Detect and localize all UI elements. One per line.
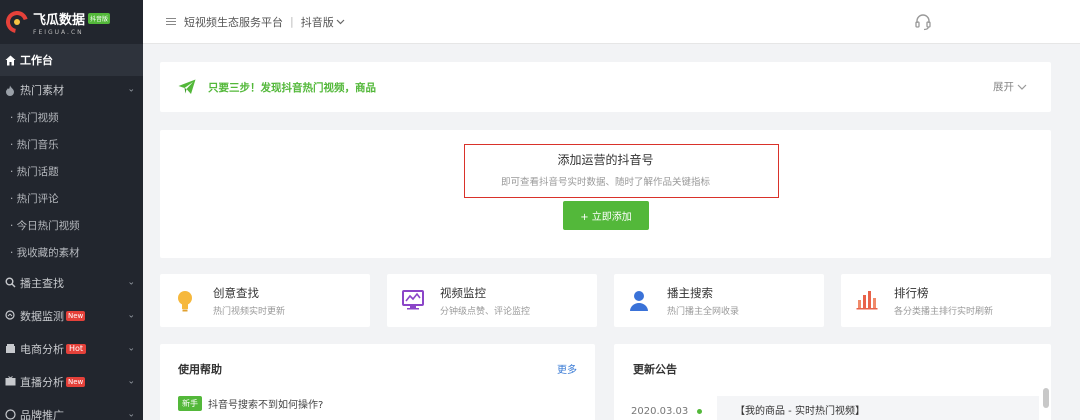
sidebar: 飞瓜数据 抖音版 FEIGUA.CN 工作台 热门素材 ⌄ · 热门视频 · 热门… (0, 0, 143, 420)
sidebar-item-workbench[interactable]: 工作台 (0, 44, 143, 76)
notice-item[interactable]: 【我的商品 - 实时热门视频】 (717, 396, 1039, 420)
user-icon (629, 290, 649, 312)
logo-mark-icon (6, 11, 28, 33)
lightbulb-icon (175, 290, 195, 312)
feature-creative-search[interactable]: 创意查找 热门视频实时更新 (160, 274, 370, 327)
menu-toggle-icon[interactable] (166, 18, 176, 25)
shop-icon (4, 343, 16, 355)
chevron-down-icon: ⌄ (127, 310, 135, 320)
add-account-desc: 即可查看抖音号实时数据、随时了解作品关键指标 (500, 177, 710, 188)
flame-icon (4, 84, 16, 96)
feature-video-monitor[interactable]: 视频监控 分钟级点赞、评论监控 (387, 274, 597, 327)
sidebar-item-anchor-search[interactable]: 播主查找 ⌄ (0, 266, 143, 299)
sidebar-item-label: 播主查找 (20, 276, 64, 290)
tv-icon (4, 376, 16, 388)
add-account-card: 添加运营的抖音号 即可查看抖音号实时数据、随时了解作品关键指标 + 立即添加 (160, 130, 1051, 258)
chevron-down-icon (336, 15, 345, 28)
logo[interactable]: 飞瓜数据 抖音版 FEIGUA.CN (0, 0, 143, 44)
logo-name: 飞瓜数据 (33, 12, 86, 28)
sidebar-subitem-my-favorites[interactable]: · 我收藏的素材 (0, 239, 143, 266)
feature-ranking[interactable]: 排行榜 各分类播主排行实时刷新 (841, 274, 1051, 327)
brand-icon (4, 409, 16, 420)
magnifier-chart-icon (4, 310, 16, 322)
sidebar-subitem-hot-topic[interactable]: · 热门话题 (0, 158, 143, 185)
search-icon (4, 277, 16, 289)
paper-plane-icon (178, 79, 196, 95)
timeline-dot (697, 409, 702, 414)
version-label: 抖音版 (300, 15, 334, 29)
expand-label: 展开 (993, 81, 1014, 93)
sidebar-item-data-monitor[interactable]: 数据监测 New ⌄ (0, 299, 143, 332)
sidebar-subitem-today-hot-video[interactable]: · 今日热门视频 (0, 212, 143, 239)
sidebar-item-label: 工作台 (20, 54, 53, 67)
feature-title: 创意查找 (213, 285, 259, 300)
add-now-button[interactable]: + 立即添加 (563, 201, 649, 230)
feature-desc: 热门视频实时更新 (213, 306, 286, 317)
sidebar-item-hot-material[interactable]: 热门素材 ⌄ (0, 76, 143, 104)
new-badge: New (66, 310, 86, 321)
sidebar-item-label: 电商分析 (20, 342, 64, 356)
sidebar-subitem-hot-comment[interactable]: · 热门评论 (0, 185, 143, 212)
help-question: 抖音号搜索不到如何操作? (208, 400, 324, 411)
hot-badge: Hot (66, 343, 87, 354)
monitor-chart-icon (402, 289, 424, 312)
add-account-title: 添加运营的抖音号 (557, 153, 654, 167)
feature-title: 排行榜 (894, 285, 929, 300)
expand-button[interactable]: 展开 (993, 79, 1027, 94)
sidebar-item-ecommerce[interactable]: 电商分析 Hot ⌄ (0, 332, 143, 365)
sidebar-item-label: 直播分析 (20, 375, 64, 389)
sidebar-item-label: 数据监测 (20, 309, 64, 323)
help-panel: 使用帮助 更多 新手 抖音号搜索不到如何操作? (160, 344, 595, 420)
chevron-down-icon: ⌄ (127, 84, 135, 95)
scrollbar-thumb[interactable] (1043, 388, 1049, 408)
help-more-link[interactable]: 更多 (557, 361, 577, 376)
steps-banner: 只要三步！发现抖音热门视频，商品 展开 (160, 62, 1051, 112)
notice-date: 2020.03.03 (631, 406, 689, 417)
sidebar-item-label: 热门素材 (20, 84, 64, 97)
notice-title: 更新公告 (633, 363, 677, 376)
help-title: 使用帮助 (178, 363, 222, 376)
version-switcher[interactable]: 抖音版 (301, 14, 345, 30)
new-badge: New (66, 376, 86, 387)
feature-desc: 分钟级点赞、评论监控 (440, 306, 531, 317)
chevron-down-icon: ⌄ (127, 277, 135, 287)
home-icon (4, 54, 16, 66)
feature-title: 播主搜索 (667, 285, 713, 300)
feature-desc: 各分类播主排行实时刷新 (894, 306, 994, 317)
chevron-down-icon: ⌄ (127, 343, 135, 353)
chevron-down-icon: ⌄ (127, 376, 135, 386)
banner-text: 只要三步！发现抖音热门视频，商品 (208, 81, 376, 94)
newbie-tag: 新手 (178, 396, 202, 411)
header-separator: | (290, 15, 294, 28)
platform-title: 短视频生态服务平台 (184, 15, 283, 29)
chevron-down-icon (1017, 81, 1027, 93)
top-header: 短视频生态服务平台 | 抖音版 (143, 0, 1080, 44)
notice-panel: 更新公告 2020.03.03 【我的商品 - 实时热门视频】 (614, 344, 1051, 420)
chevron-down-icon: ⌄ (127, 409, 135, 419)
sidebar-subitem-hot-music[interactable]: · 热门音乐 (0, 131, 143, 158)
sidebar-item-label: 品牌推广 (20, 408, 64, 420)
logo-badge: 抖音版 (88, 12, 111, 24)
sidebar-item-live[interactable]: 直播分析 New ⌄ (0, 365, 143, 398)
help-item[interactable]: 新手 抖音号搜索不到如何操作? (178, 396, 323, 411)
feature-desc: 热门播主全网收录 (667, 306, 740, 317)
feature-title: 视频监控 (440, 285, 486, 300)
sidebar-item-brand[interactable]: 品牌推广 ⌄ (0, 398, 143, 420)
sidebar-subitem-hot-video[interactable]: · 热门视频 (0, 104, 143, 131)
feature-anchor-search[interactable]: 播主搜索 热门播主全网收录 (614, 274, 824, 327)
customer-service-icon[interactable] (914, 13, 932, 31)
bar-chart-icon (856, 290, 878, 312)
logo-sub: FEIGUA.CN (33, 28, 84, 36)
